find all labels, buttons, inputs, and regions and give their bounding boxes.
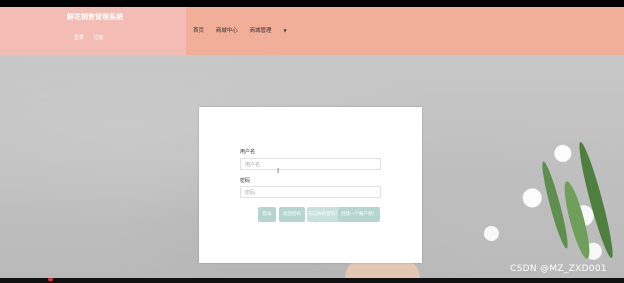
site-title: 鲜花销售管理系统 bbox=[67, 13, 123, 21]
progress-indicator bbox=[48, 278, 53, 281]
nav-item-home[interactable]: 首页 bbox=[193, 28, 204, 34]
password-input[interactable]: 密码 bbox=[240, 186, 381, 198]
watermark: CSDN @MZ_ZXD001 bbox=[510, 264, 607, 274]
text-cursor-icon: I bbox=[277, 167, 280, 175]
top-bar bbox=[0, 0, 624, 7]
login-button[interactable]: 登录 bbox=[258, 207, 276, 222]
main-nav: 首页 商城中心 商城管理 ▼ bbox=[193, 26, 307, 34]
register-link[interactable]: 注册 bbox=[94, 35, 104, 41]
username-input[interactable]: 用户名 bbox=[240, 158, 381, 170]
screen: 鲜花销售管理系统 登录 注册 首页 商城中心 商城管理 ▼ 用户名 用户名 密码 … bbox=[0, 0, 624, 283]
nav-item-mall-management[interactable]: 商城管理 ▼ bbox=[250, 28, 297, 34]
bottom-bar bbox=[0, 278, 624, 283]
forgot-password-button[interactable]: 忘记你的密码？ bbox=[307, 207, 341, 222]
flower-decoration bbox=[420, 100, 624, 278]
username-label: 用户名 bbox=[240, 149, 256, 155]
reset-password-button[interactable]: 找回密码 bbox=[279, 207, 305, 222]
nav-item-mall-management-label: 商城管理 bbox=[249, 28, 272, 34]
create-account-button[interactable]: 创建一个账户吧！ bbox=[338, 207, 380, 222]
chevron-down-icon: ▼ bbox=[283, 28, 287, 33]
login-link[interactable]: 登录 bbox=[74, 35, 84, 41]
auth-links: 登录 注册 bbox=[74, 34, 112, 41]
nav-item-mall-center[interactable]: 商城中心 bbox=[216, 28, 238, 34]
login-panel bbox=[199, 107, 422, 263]
password-label: 密码 bbox=[240, 178, 251, 184]
